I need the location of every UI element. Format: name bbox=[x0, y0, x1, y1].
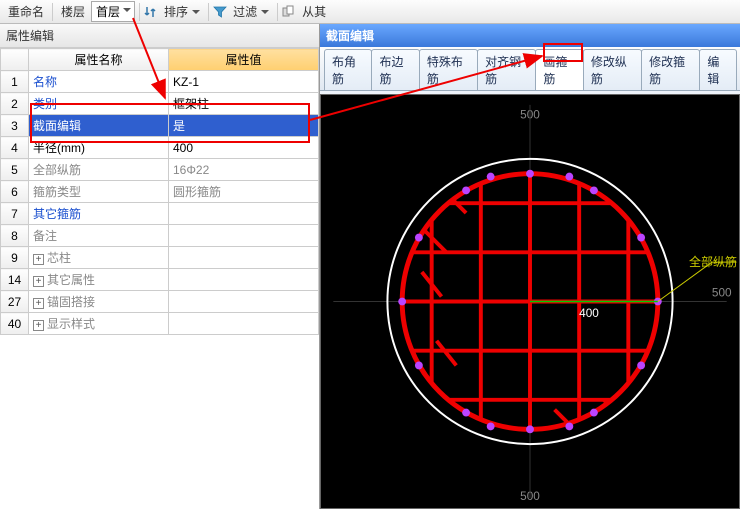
expand-icon[interactable]: + bbox=[33, 276, 44, 287]
col-rownum bbox=[1, 49, 29, 71]
property-table[interactable]: 属性名称 属性值 1名称KZ-1 2类别框架柱 3截面编辑是 4半径(mm)40… bbox=[0, 48, 319, 335]
tab-align-rebar[interactable]: 对齐钢筋 bbox=[477, 49, 536, 90]
table-row[interactable]: 2类别框架柱 bbox=[1, 93, 319, 115]
table-row[interactable]: 27+锚固搭接 bbox=[1, 291, 319, 313]
section-editor-title: 截面编辑 bbox=[320, 24, 740, 47]
radius-label: 400 bbox=[579, 306, 599, 320]
tab-edge-rebar[interactable]: 布边筋 bbox=[371, 49, 419, 90]
floor-dropdown[interactable]: 首层 bbox=[91, 1, 135, 22]
expand-icon[interactable]: + bbox=[33, 254, 44, 265]
section-viewport[interactable]: 500 500 500 bbox=[320, 94, 740, 509]
expand-icon[interactable]: + bbox=[33, 320, 44, 331]
section-editor-pane: 截面编辑 布角筋 布边筋 特殊布筋 对齐钢筋 画箍筋 修改纵筋 修改箍筋 编辑 … bbox=[320, 24, 740, 509]
top-toolbar: 重命名 楼层 首层 排序 过滤 从其 bbox=[0, 0, 740, 24]
filter-button[interactable]: 过滤 bbox=[229, 1, 273, 22]
tab-modify-stirrup[interactable]: 修改箍筋 bbox=[641, 49, 700, 90]
table-row[interactable]: 1名称KZ-1 bbox=[1, 71, 319, 93]
table-row[interactable]: 5全部纵筋16Φ22 bbox=[1, 159, 319, 181]
rename-button[interactable]: 重命名 bbox=[4, 1, 48, 22]
property-pane-title: 属性编辑 bbox=[0, 24, 319, 48]
sort-icon bbox=[144, 5, 158, 19]
tab-edit[interactable]: 编辑 bbox=[699, 49, 737, 90]
table-row[interactable]: 6箍筋类型圆形箍筋 bbox=[1, 181, 319, 203]
table-row[interactable]: 14+其它属性 bbox=[1, 269, 319, 291]
tab-corner-rebar[interactable]: 布角筋 bbox=[324, 49, 372, 90]
table-row-selected[interactable]: 3截面编辑是 bbox=[1, 115, 319, 137]
copy-from-button[interactable]: 从其 bbox=[298, 1, 330, 22]
table-row[interactable]: 4半径(mm)400 bbox=[1, 137, 319, 159]
filter-icon bbox=[213, 5, 227, 19]
tab-special-rebar[interactable]: 特殊布筋 bbox=[419, 49, 478, 90]
col-value: 属性值 bbox=[169, 49, 319, 71]
tab-bar: 布角筋 布边筋 特殊布筋 对齐钢筋 画箍筋 修改纵筋 修改箍筋 编辑 bbox=[320, 47, 740, 91]
copy-from-icon bbox=[282, 5, 296, 19]
property-pane: 属性编辑 属性名称 属性值 1名称KZ-1 2类别框架柱 3截面编辑是 4半径(… bbox=[0, 24, 320, 509]
floor-label: 楼层 bbox=[57, 1, 89, 22]
table-row[interactable]: 40+显示样式 bbox=[1, 313, 319, 335]
expand-icon[interactable]: + bbox=[33, 298, 44, 309]
table-row[interactable]: 8备注 bbox=[1, 225, 319, 247]
table-row[interactable]: 9+芯柱 bbox=[1, 247, 319, 269]
tab-modify-longitudinal[interactable]: 修改纵筋 bbox=[583, 49, 642, 90]
sort-button[interactable]: 排序 bbox=[160, 1, 204, 22]
rebar-callout-label: 全部纵筋 bbox=[689, 253, 737, 270]
tab-draw-stirrup[interactable]: 画箍筋 bbox=[535, 49, 583, 90]
col-name: 属性名称 bbox=[29, 49, 169, 71]
table-row[interactable]: 7其它箍筋 bbox=[1, 203, 319, 225]
tick-right: 500 bbox=[712, 286, 732, 300]
